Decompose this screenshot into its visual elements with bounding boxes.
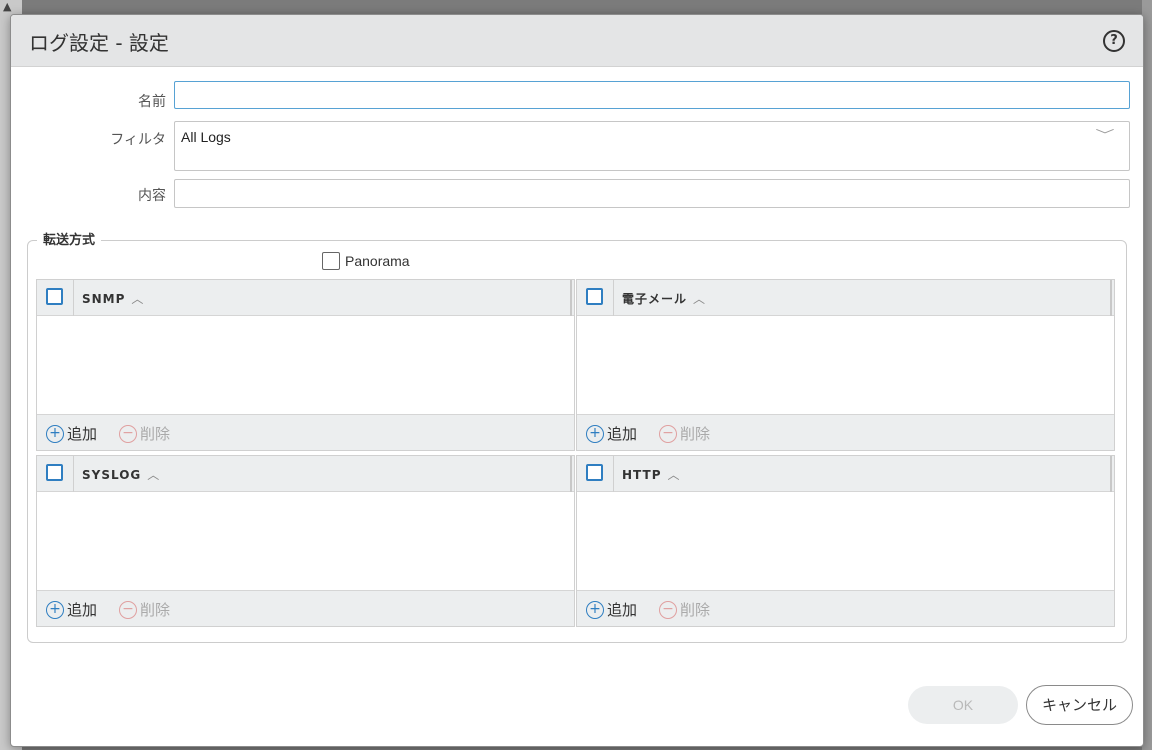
delete-icon: −: [659, 424, 677, 443]
ok-button[interactable]: OK: [908, 686, 1018, 724]
log-settings-dialog: ログ設定 - 設定 ? 名前 フィルタ All Logs ﹀ 内容 転送方式 P…: [10, 14, 1144, 747]
header-divider: [73, 280, 74, 316]
snmp-delete-button[interactable]: − 削除: [119, 423, 170, 444]
add-label: 追加: [607, 601, 638, 619]
header-divider: [613, 280, 614, 316]
name-input[interactable]: [174, 81, 1130, 109]
add-icon: +: [46, 600, 64, 619]
panorama-label: Panorama: [345, 253, 410, 270]
snmp-select-all-checkbox[interactable]: [46, 288, 63, 305]
email-header: 電子メール ︿: [577, 280, 1114, 316]
email-toolbar: + 追加 − 削除: [577, 414, 1114, 450]
sort-caret-icon[interactable]: ︿: [147, 468, 160, 482]
snmp-toolbar: + 追加 − 削除: [37, 414, 574, 450]
dialog-title: ログ設定 - 設定: [29, 31, 169, 55]
syslog-panel: SYSLOG ︿ + 追加 − 削除: [36, 455, 575, 627]
delete-label: 削除: [680, 425, 711, 443]
column-resize-handle[interactable]: [570, 280, 572, 316]
delete-icon: −: [119, 600, 137, 619]
http-column-label: HTTP: [622, 468, 662, 482]
add-label: 追加: [607, 425, 638, 443]
email-select-all-checkbox[interactable]: [586, 288, 603, 305]
column-resize-handle[interactable]: [1110, 456, 1112, 492]
email-delete-button[interactable]: − 削除: [659, 423, 710, 444]
delete-icon: −: [119, 424, 137, 443]
chevron-down-icon[interactable]: ﹀: [1095, 126, 1114, 143]
forwarding-legend: 転送方式: [37, 229, 102, 248]
name-label: 名前: [138, 94, 166, 110]
http-add-button[interactable]: + 追加: [586, 599, 637, 620]
add-icon: +: [586, 600, 604, 619]
filter-value: All Logs: [181, 129, 231, 145]
syslog-select-all-checkbox[interactable]: [46, 464, 63, 481]
http-panel: HTTP ︿ + 追加 − 削除: [576, 455, 1115, 627]
header-divider: [613, 456, 614, 492]
snmp-panel: SNMP ︿ + 追加 − 削除: [36, 279, 575, 451]
delete-icon: −: [659, 600, 677, 619]
dialog-titlebar: ログ設定 - 設定 ?: [11, 15, 1143, 67]
snmp-column-label: SNMP: [82, 292, 126, 306]
delete-label: 削除: [140, 425, 171, 443]
panorama-checkbox[interactable]: [322, 252, 340, 271]
syslog-toolbar: + 追加 − 削除: [37, 590, 574, 626]
cancel-button[interactable]: キャンセル: [1026, 685, 1133, 725]
syslog-column-header[interactable]: SYSLOG ︿: [82, 466, 160, 483]
add-icon: +: [586, 424, 604, 443]
scroll-up-icon: ▲: [3, 0, 12, 13]
email-column-label: 電子メール: [622, 292, 688, 306]
sort-caret-icon[interactable]: ︿: [131, 292, 144, 306]
column-resize-handle[interactable]: [570, 456, 572, 492]
syslog-column-label: SYSLOG: [82, 468, 142, 482]
email-column-header[interactable]: 電子メール ︿: [622, 290, 706, 307]
column-resize-handle[interactable]: [1110, 280, 1112, 316]
http-delete-button[interactable]: − 削除: [659, 599, 710, 620]
snmp-column-header[interactable]: SNMP ︿: [82, 290, 144, 307]
snmp-add-button[interactable]: + 追加: [46, 423, 97, 444]
sort-caret-icon[interactable]: ︿: [693, 292, 706, 306]
description-label: 内容: [138, 188, 166, 204]
delete-label: 削除: [140, 601, 171, 619]
panorama-option[interactable]: Panorama: [322, 252, 410, 271]
syslog-delete-button[interactable]: − 削除: [119, 599, 170, 620]
description-input[interactable]: [174, 179, 1130, 208]
help-icon[interactable]: ?: [1103, 30, 1125, 52]
sort-caret-icon[interactable]: ︿: [667, 468, 680, 482]
add-label: 追加: [67, 425, 98, 443]
http-header: HTTP ︿: [577, 456, 1114, 492]
syslog-add-button[interactable]: + 追加: [46, 599, 97, 620]
email-add-button[interactable]: + 追加: [586, 423, 637, 444]
http-toolbar: + 追加 − 削除: [577, 590, 1114, 626]
filter-select[interactable]: All Logs ﹀: [174, 121, 1130, 171]
email-panel: 電子メール ︿ + 追加 − 削除: [576, 279, 1115, 451]
delete-label: 削除: [680, 601, 711, 619]
http-column-header[interactable]: HTTP ︿: [622, 466, 681, 483]
add-label: 追加: [67, 601, 98, 619]
snmp-header: SNMP ︿: [37, 280, 574, 316]
syslog-header: SYSLOG ︿: [37, 456, 574, 492]
http-select-all-checkbox[interactable]: [586, 464, 603, 481]
filter-label: フィルタ: [110, 132, 166, 148]
header-divider: [73, 456, 74, 492]
add-icon: +: [46, 424, 64, 443]
